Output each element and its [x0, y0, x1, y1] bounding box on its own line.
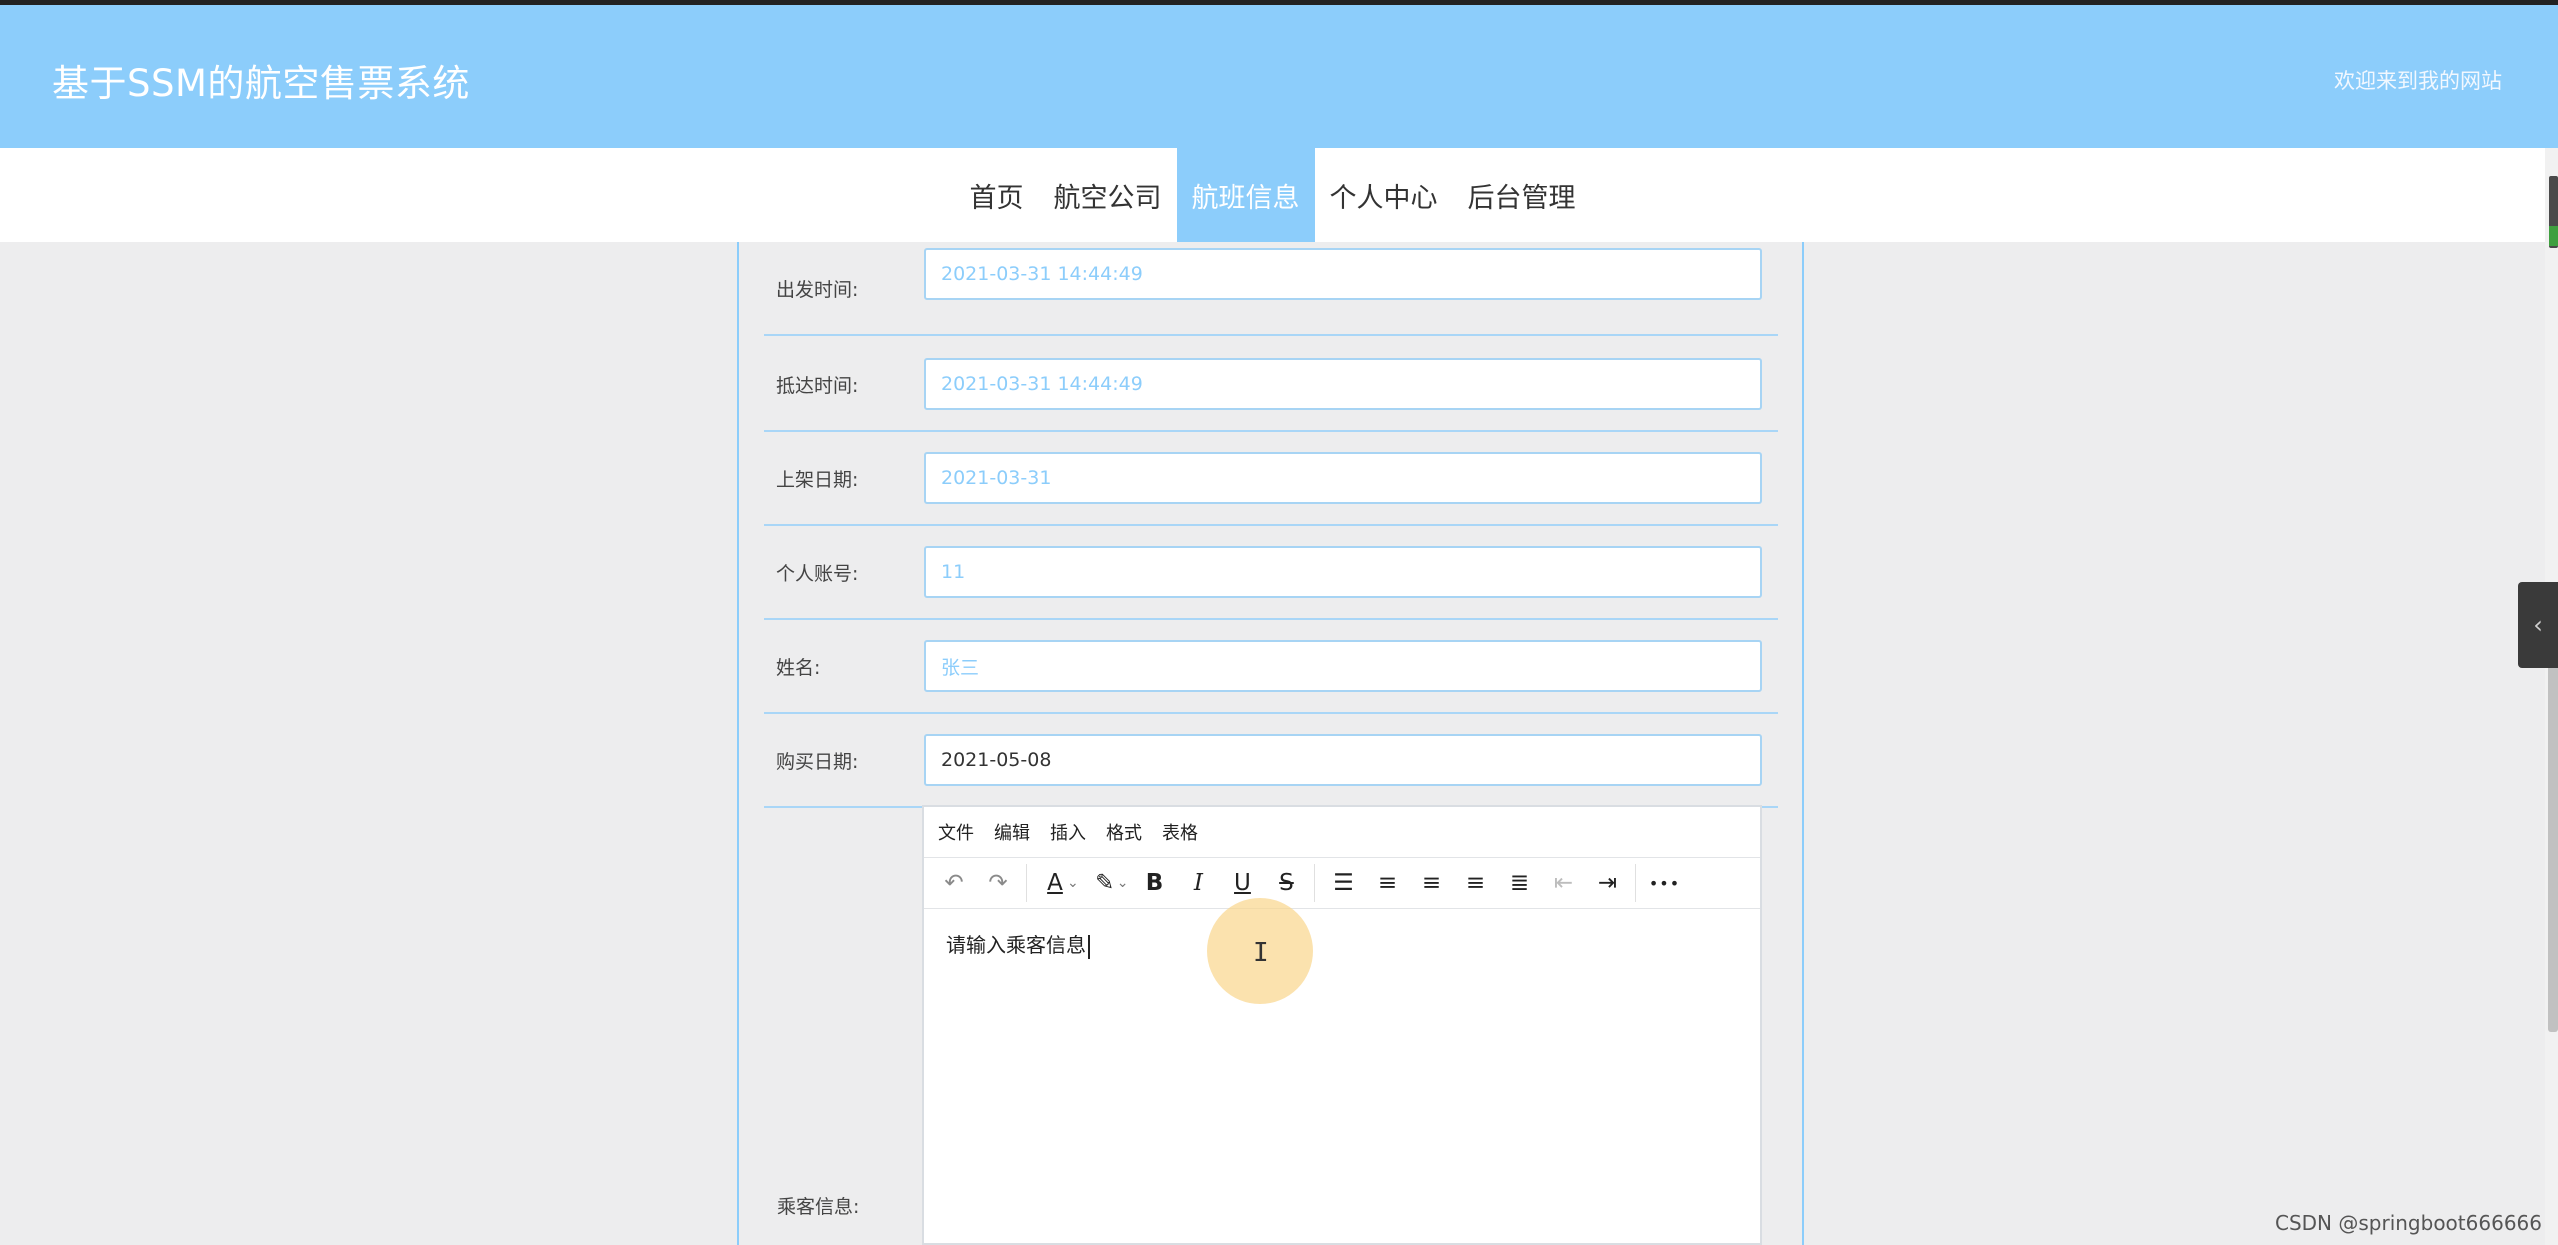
site-title: 基于SSM的航空售票系统: [52, 62, 470, 105]
main-nav: 首页 航空公司 航班信息 个人中心 后台管理: [0, 148, 2545, 242]
editor-content-area[interactable]: 请输入乘客信息: [924, 909, 1760, 979]
align-justify-icon[interactable]: ≣: [1497, 863, 1541, 903]
toolbar-separator: [1314, 864, 1316, 902]
more-options-icon[interactable]: •••: [1642, 863, 1686, 903]
menu-edit[interactable]: 编辑: [994, 819, 1030, 845]
editor-menubar: 文件 编辑 插入 格式 表格: [924, 807, 1760, 858]
bold-icon[interactable]: B: [1132, 863, 1176, 903]
rich-text-editor: 文件 编辑 插入 格式 表格 ↶ ↷ A ⌄ ✎ ⌄ B I U S ☰ ≡ ≡…: [922, 805, 1762, 1245]
watermark: CSDN @springboot666666: [2274, 1211, 2542, 1235]
departure-time-input[interactable]: [924, 248, 1762, 300]
outdent-icon[interactable]: ⇤: [1541, 863, 1585, 903]
site-header: 基于SSM的航空售票系统 欢迎来到我的网站: [0, 5, 2558, 148]
scrollbar-thumb[interactable]: [2548, 648, 2558, 1032]
menu-table[interactable]: 表格: [1162, 819, 1198, 845]
toolbar-separator: [1026, 864, 1027, 902]
nav-item-airlines[interactable]: 航空公司: [1039, 148, 1177, 242]
welcome-text: 欢迎来到我的网站: [2334, 69, 2502, 93]
menu-format[interactable]: 格式: [1106, 819, 1142, 845]
nav-item-home[interactable]: 首页: [955, 148, 1039, 242]
chevron-down-icon[interactable]: ⌄: [1117, 875, 1129, 891]
nav-item-personal-center[interactable]: 个人中心: [1315, 148, 1453, 242]
name-label: 姓名:: [776, 656, 821, 679]
passenger-info-label: 乘客信息:: [777, 1196, 860, 1218]
indent-icon[interactable]: ⇥: [1585, 863, 1629, 903]
undo-icon[interactable]: ↶: [932, 863, 976, 903]
arrival-time-label: 抵达时间:: [776, 374, 859, 397]
scrollbar-marker-green: [2549, 226, 2558, 246]
listing-date-input[interactable]: [924, 452, 1762, 504]
menu-insert[interactable]: 插入: [1050, 819, 1086, 845]
departure-time-label: 出发时间:: [776, 278, 859, 301]
menu-file[interactable]: 文件: [938, 819, 974, 845]
text-cursor-icon: I: [1253, 938, 1269, 968]
strikethrough-icon[interactable]: S: [1264, 863, 1308, 903]
chevron-left-icon: ‹: [2533, 611, 2543, 639]
editor-content-text: 请输入乘客信息: [946, 933, 1086, 957]
purchase-date-input[interactable]: [924, 734, 1762, 786]
nav-item-admin[interactable]: 后台管理: [1453, 148, 1591, 242]
align-center-icon[interactable]: ≡: [1409, 863, 1453, 903]
form-row-departure-time: 出发时间:: [764, 242, 1778, 336]
form-row-account: 个人账号:: [764, 526, 1778, 620]
line-height-icon[interactable]: ☰: [1321, 863, 1365, 903]
side-panel-toggle[interactable]: ‹: [2518, 582, 2558, 668]
account-input[interactable]: [924, 546, 1762, 598]
name-input[interactable]: [924, 640, 1762, 692]
toolbar-separator: [1635, 864, 1637, 902]
form-row-name: 姓名:: [764, 620, 1778, 714]
listing-date-label: 上架日期:: [776, 468, 859, 491]
arrival-time-input[interactable]: [924, 358, 1762, 410]
align-right-icon[interactable]: ≡: [1453, 863, 1497, 903]
form-row-listing-date: 上架日期:: [764, 432, 1778, 526]
text-caret: [1088, 934, 1090, 959]
redo-icon[interactable]: ↷: [976, 863, 1020, 903]
italic-icon[interactable]: I: [1176, 863, 1220, 903]
editor-toolbar: ↶ ↷ A ⌄ ✎ ⌄ B I U S ☰ ≡ ≡ ≡ ≣ ⇤ ⇥ •••: [924, 858, 1760, 909]
underline-icon[interactable]: U: [1220, 863, 1264, 903]
purchase-date-label: 购买日期:: [776, 750, 859, 773]
form-row-arrival-time: 抵达时间:: [764, 338, 1778, 432]
align-left-icon[interactable]: ≡: [1365, 863, 1409, 903]
chevron-down-icon[interactable]: ⌄: [1067, 875, 1079, 891]
form-row-purchase-date: 购买日期:: [764, 714, 1778, 808]
nav-item-flights[interactable]: 航班信息: [1176, 148, 1315, 242]
account-label: 个人账号:: [776, 562, 859, 585]
